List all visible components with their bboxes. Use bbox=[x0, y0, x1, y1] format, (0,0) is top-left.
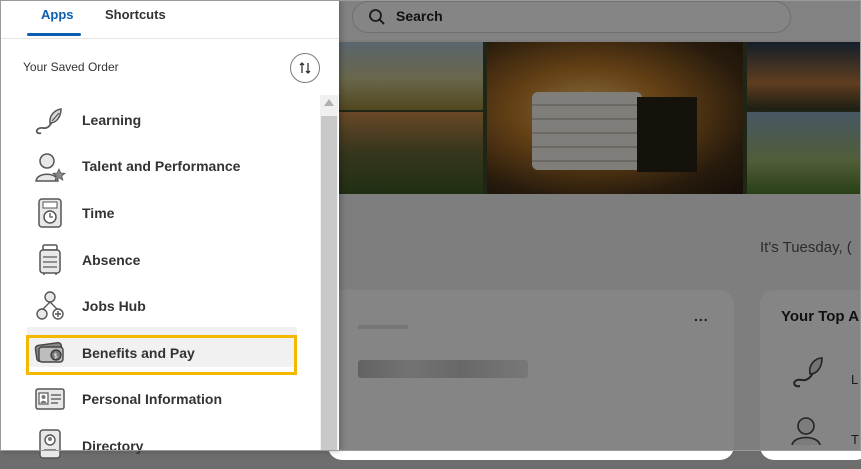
app-label: Time bbox=[82, 205, 115, 221]
personal-info-icon bbox=[35, 388, 65, 410]
app-item-jobs-hub[interactable]: Jobs Hub bbox=[0, 283, 320, 329]
app-label: Talent and Performance bbox=[82, 158, 241, 174]
app-label: Personal Information bbox=[82, 391, 223, 407]
absence-icon bbox=[39, 244, 61, 275]
apps-menu-panel: Apps Shortcuts Your Saved Order Learning… bbox=[0, 0, 339, 459]
app-item-talent-performance[interactable]: Talent and Performance bbox=[0, 143, 320, 189]
directory-icon bbox=[39, 429, 61, 459]
app-item-personal-information[interactable]: Personal Information bbox=[0, 376, 320, 422]
app-label: Directory bbox=[82, 438, 144, 454]
time-icon bbox=[38, 198, 62, 228]
app-item-time[interactable]: Time bbox=[0, 190, 320, 236]
scroll-up-arrow-icon[interactable] bbox=[324, 99, 334, 106]
saved-order-label: Your Saved Order bbox=[23, 60, 119, 74]
app-item-absence[interactable]: Absence bbox=[0, 237, 320, 283]
app-label: Learning bbox=[82, 112, 142, 128]
jobs-hub-icon bbox=[36, 291, 64, 320]
app-item-directory[interactable]: Directory bbox=[0, 423, 320, 469]
tab-apps[interactable]: Apps bbox=[41, 7, 74, 22]
app-label: Jobs Hub bbox=[82, 298, 146, 314]
talent-icon bbox=[35, 153, 66, 182]
learning-icon bbox=[35, 108, 62, 135]
tab-shortcuts[interactable]: Shortcuts bbox=[105, 7, 166, 22]
active-tab-indicator bbox=[27, 33, 81, 36]
scrollbar-thumb[interactable] bbox=[321, 116, 337, 451]
highlight-box bbox=[26, 335, 297, 375]
app-label: Absence bbox=[82, 252, 141, 268]
sort-arrows-icon bbox=[299, 62, 311, 74]
sort-button[interactable] bbox=[290, 53, 320, 83]
menu-tabs: Apps Shortcuts bbox=[0, 0, 339, 39]
app-item-learning[interactable]: Learning bbox=[0, 97, 320, 143]
